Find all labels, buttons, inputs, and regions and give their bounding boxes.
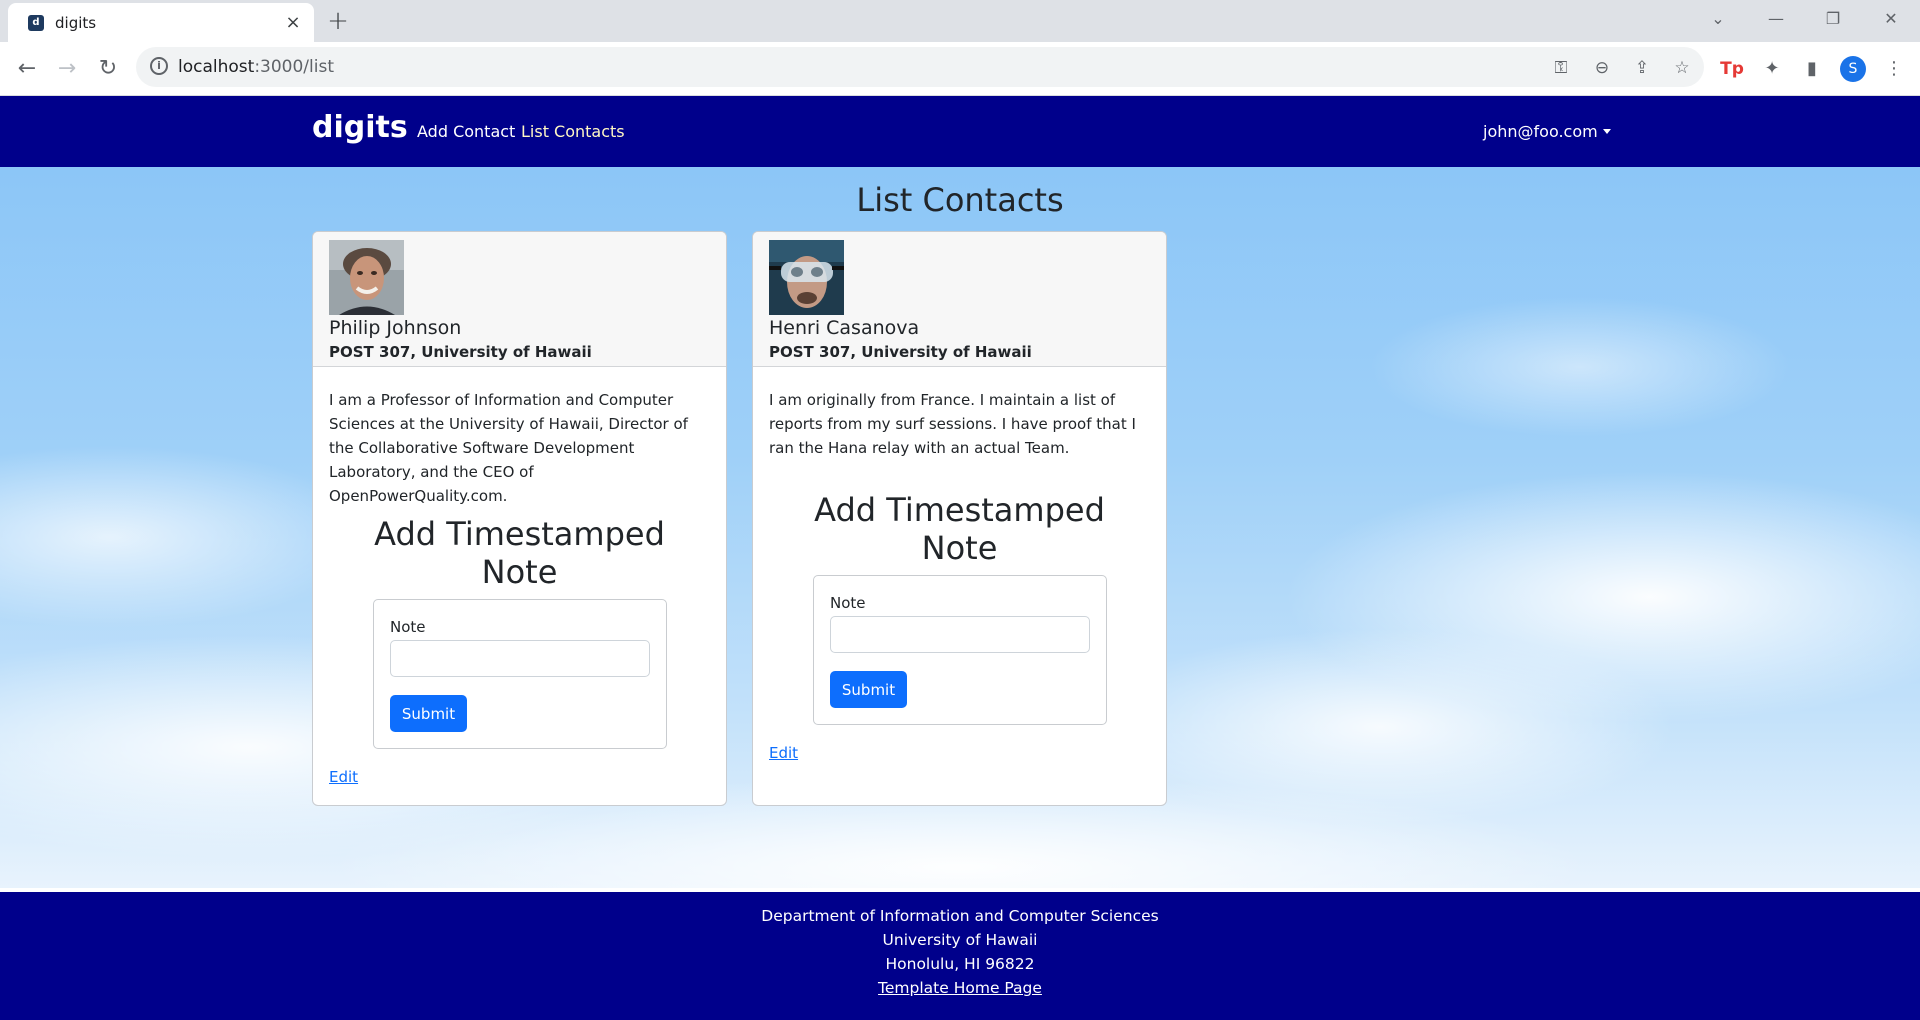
browser-tabstrip: d digits × + ⌄ — ❐ ✕: [0, 0, 1920, 42]
contact-name: Philip Johnson: [329, 317, 462, 339]
note-form: Note Submit: [373, 599, 667, 749]
reload-icon[interactable]: ↻: [94, 55, 122, 83]
avatar: [769, 240, 844, 315]
template-home-link[interactable]: Template Home Page: [878, 979, 1042, 997]
new-tab-button[interactable]: +: [325, 8, 351, 34]
tab-title: digits: [55, 14, 97, 32]
contact-card-philip: Philip Johnson POST 307, University of H…: [312, 231, 727, 806]
tab-search-icon[interactable]: ⌄: [1703, 6, 1733, 32]
note-input[interactable]: [390, 640, 650, 677]
profile-avatar[interactable]: S: [1840, 56, 1866, 82]
forward-icon[interactable]: →: [53, 55, 81, 83]
page: digits Add Contact List Contacts john@fo…: [0, 96, 1920, 1020]
minimize-icon[interactable]: —: [1761, 6, 1791, 32]
close-window-icon[interactable]: ✕: [1876, 6, 1906, 32]
site-info-icon[interactable]: i: [150, 57, 168, 75]
menu-kebab-icon[interactable]: ⋮: [1882, 57, 1906, 81]
extension-tp-icon[interactable]: Tp: [1720, 57, 1744, 81]
footer-department: Department of Information and Computer S…: [761, 907, 1159, 925]
footer-university: University of Hawaii: [882, 931, 1038, 949]
user-dropdown[interactable]: john@foo.com: [1483, 122, 1611, 141]
browser-tab[interactable]: d digits ×: [8, 3, 314, 42]
address-bar[interactable]: i localhost:3000/list ⚿ ⊖ ⇪ ☆: [136, 47, 1704, 87]
footer-link-row: Template Home Page: [0, 979, 1920, 997]
card-header: Henri Casanova POST 307, University of H…: [753, 232, 1166, 367]
user-email: john@foo.com: [1483, 122, 1598, 141]
contact-address: POST 307, University of Hawaii: [329, 343, 592, 361]
zoom-out-icon[interactable]: ⊖: [1591, 57, 1613, 79]
footer-address: Honolulu, HI 96822: [885, 955, 1035, 973]
navbar: digits Add Contact List Contacts john@fo…: [0, 96, 1920, 167]
contact-address: POST 307, University of Hawaii: [769, 343, 1032, 361]
submit-button[interactable]: Submit: [830, 671, 907, 708]
contact-name: Henri Casanova: [769, 317, 920, 339]
note-label: Note: [830, 594, 866, 612]
note-form: Note Submit: [813, 575, 1107, 725]
browser-toolbar: ← → ↻ i localhost:3000/list ⚿ ⊖ ⇪ ☆ Tp ✦…: [0, 42, 1920, 96]
bookmark-star-icon[interactable]: ☆: [1671, 57, 1693, 79]
brand-logo[interactable]: digits: [312, 110, 408, 145]
card-header: Philip Johnson POST 307, University of H…: [313, 232, 726, 367]
restore-icon[interactable]: ❐: [1818, 6, 1848, 32]
nav-add-contact[interactable]: Add Contact: [417, 122, 515, 141]
note-label: Note: [390, 618, 426, 636]
footer: Department of Information and Computer S…: [0, 892, 1920, 1020]
nav-list-contacts[interactable]: List Contacts: [521, 122, 625, 141]
note-heading: Add Timestamped Note: [374, 515, 665, 591]
url-path: :3000/list: [254, 57, 334, 77]
key-icon[interactable]: ⚿: [1550, 57, 1572, 79]
contact-description: I am originally from France. I maintain …: [769, 391, 1136, 457]
page-title: List Contacts: [856, 181, 1064, 219]
note-input[interactable]: [830, 616, 1090, 653]
favicon-icon: d: [28, 15, 44, 31]
contact-description: I am a Professor of Information and Comp…: [329, 391, 688, 505]
url-host: localhost: [178, 57, 255, 77]
url-text[interactable]: localhost:3000/list: [178, 57, 334, 77]
share-icon[interactable]: ⇪: [1631, 57, 1653, 79]
back-icon[interactable]: ←: [13, 55, 41, 83]
close-tab-icon[interactable]: ×: [282, 12, 304, 34]
contact-card-henri: Henri Casanova POST 307, University of H…: [752, 231, 1167, 806]
edit-link[interactable]: Edit: [769, 744, 798, 762]
extensions-puzzle-icon[interactable]: ✦: [1760, 57, 1784, 81]
submit-button[interactable]: Submit: [390, 695, 467, 732]
caret-down-icon: [1602, 129, 1611, 134]
edit-link[interactable]: Edit: [329, 768, 358, 786]
note-heading: Add Timestamped Note: [814, 491, 1105, 567]
avatar: [329, 240, 404, 315]
side-panel-icon[interactable]: ▮: [1800, 57, 1824, 81]
